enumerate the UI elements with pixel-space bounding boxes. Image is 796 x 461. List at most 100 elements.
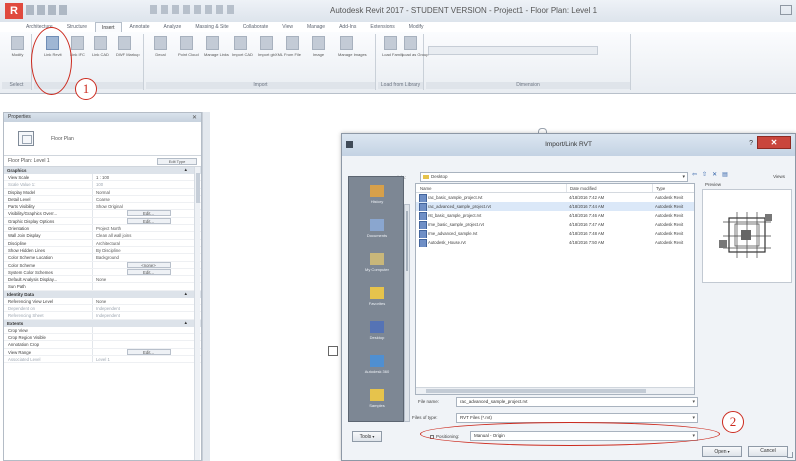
import-cad-button[interactable]: Import CAD: [232, 36, 253, 57]
modify-button[interactable]: Modify: [9, 36, 26, 57]
thin-lines-icon[interactable]: [216, 5, 223, 14]
look-in-dropdown[interactable]: Desktop: [420, 172, 688, 182]
file-row[interactable]: Autodesk_House.rvt 4/18/2016 7:50 AM Autod…: [416, 238, 694, 247]
property-value[interactable]: [92, 333, 201, 341]
new-folder-icon[interactable]: ▤: [722, 171, 728, 178]
column-type[interactable]: Type: [652, 184, 694, 192]
property-edit-button[interactable]: Edit...: [92, 210, 201, 217]
open-button[interactable]: Open: [702, 446, 742, 457]
property-value[interactable]: [92, 283, 201, 290]
tools-button[interactable]: Tools: [352, 431, 382, 442]
open-icon[interactable]: [26, 5, 34, 15]
property-value[interactable]: Level 1: [92, 355, 201, 363]
decal-button[interactable]: Decal: [152, 36, 169, 57]
property-value[interactable]: Show Original: [92, 203, 201, 210]
tab-extensions[interactable]: Extensions: [364, 22, 400, 32]
section-graphics[interactable]: Graphics: [4, 167, 201, 174]
place-desktop[interactable]: Desktop: [349, 321, 405, 340]
property-value[interactable]: None: [92, 276, 201, 283]
place-autodesk-360[interactable]: Autodesk 360: [349, 355, 405, 374]
property-value[interactable]: 100: [92, 181, 201, 188]
properties-scrollbar[interactable]: [194, 167, 200, 460]
property-value[interactable]: [92, 326, 201, 333]
load-family-button[interactable]: Load Family: [382, 36, 404, 57]
file-row[interactable]: rme_advanced_sample.rvt 4/18/2016 7:48 AM…: [416, 229, 694, 238]
window-controls[interactable]: [780, 5, 792, 15]
property-value[interactable]: Independent: [92, 305, 201, 312]
property-value[interactable]: Architectural: [92, 239, 201, 246]
text-icon[interactable]: [183, 5, 190, 14]
tag-icon[interactable]: [172, 5, 179, 14]
property-value[interactable]: [92, 341, 201, 348]
measure-icon[interactable]: [150, 5, 157, 14]
place-my-computer[interactable]: My Computer: [349, 253, 405, 272]
file-row[interactable]: rac_advanced_sample_project.rvt 4/18/2016…: [416, 202, 694, 211]
section-identity-data[interactable]: Identity Data: [4, 290, 201, 298]
column-date-modified[interactable]: Date modified: [566, 184, 652, 192]
point-cloud-button[interactable]: Point Cloud: [178, 36, 199, 57]
delete-icon[interactable]: ✕: [712, 171, 717, 178]
dimension-icon[interactable]: [161, 5, 168, 14]
tab-view[interactable]: View: [276, 22, 299, 32]
instance-selector[interactable]: Floor Plan: Level 1 Edit Type: [4, 156, 201, 167]
property-value[interactable]: Coarse: [92, 195, 201, 203]
tab-modify[interactable]: Modify: [403, 22, 430, 32]
back-icon[interactable]: ⇦: [692, 171, 697, 178]
section-icon[interactable]: [205, 5, 212, 14]
file-name-field[interactable]: rac_advanced_sample_project.rvt: [456, 397, 698, 407]
edit-type-button[interactable]: Edit Type: [157, 158, 197, 165]
section-extents[interactable]: Extents: [4, 319, 201, 327]
tab-manage[interactable]: Manage: [301, 22, 331, 32]
property-edit-button[interactable]: Edit...: [92, 268, 201, 276]
views-menu[interactable]: Views: [773, 174, 785, 179]
from-file-button[interactable]: From File: [284, 36, 301, 57]
manage-links-button[interactable]: Manage Links: [204, 36, 229, 57]
property-value[interactable]: Background: [92, 254, 201, 261]
property-edit-button[interactable]: <none>: [92, 261, 201, 268]
canvas-element[interactable]: [328, 346, 338, 356]
manage-images-button[interactable]: Manage Images: [338, 36, 367, 57]
property-value[interactable]: Normal: [92, 188, 201, 195]
property-value[interactable]: By Discipline: [92, 246, 201, 254]
palette-splitter[interactable]: [202, 112, 210, 461]
file-row[interactable]: rme_basic_sample_project.rvt 4/18/2016 7:…: [416, 220, 694, 229]
places-scrollbar[interactable]: [404, 204, 410, 422]
tab-insert[interactable]: Insert: [94, 22, 122, 32]
place-samples[interactable]: Samples: [349, 389, 405, 408]
property-value[interactable]: 1 : 100: [92, 174, 201, 181]
up-folder-icon[interactable]: ⇧: [702, 171, 707, 178]
help-icon[interactable]: ?: [749, 140, 753, 147]
column-name[interactable]: Name: [416, 184, 566, 192]
resize-grip[interactable]: [787, 452, 793, 458]
file-list-scrollbar[interactable]: [416, 387, 694, 394]
property-value[interactable]: None: [92, 297, 201, 305]
redo-icon[interactable]: [59, 5, 67, 15]
file-row[interactable]: rac_basic_sample_project.rvt 4/18/2016 7:…: [416, 193, 694, 202]
property-value[interactable]: Independent: [92, 312, 201, 319]
cancel-button[interactable]: Cancel: [748, 446, 788, 457]
property-value[interactable]: Project North: [92, 225, 201, 232]
load-as-group-button[interactable]: Load as Group: [402, 36, 428, 57]
dwf-markup-button[interactable]: DWF Markup: [116, 36, 140, 57]
close-hidden-icon[interactable]: [227, 5, 234, 14]
property-edit-button[interactable]: Edit...: [92, 348, 201, 355]
file-row[interactable]: rst_basic_sample_project.rvt 4/18/2016 7:…: [416, 211, 694, 220]
undo-icon[interactable]: [48, 5, 56, 15]
place-history[interactable]: History: [349, 185, 405, 204]
3d-view-icon[interactable]: [194, 5, 201, 14]
tab-analyze[interactable]: Analyze: [158, 22, 188, 32]
tab-annotate[interactable]: Annotate: [124, 22, 156, 32]
type-selector[interactable]: Floor Plan: [4, 122, 201, 156]
tab-add-ins[interactable]: Add-Ins: [333, 22, 362, 32]
link-cad-button[interactable]: Link CAD: [92, 36, 109, 57]
tab-collaborate[interactable]: Collaborate: [237, 22, 275, 32]
place-documents[interactable]: Documents: [349, 219, 405, 238]
import-gbxml-button[interactable]: Import gbXML: [258, 36, 283, 57]
image-button[interactable]: Image: [310, 36, 327, 57]
close-button[interactable]: ✕: [757, 136, 791, 149]
property-value[interactable]: Clean all wall joins: [92, 232, 201, 239]
save-icon[interactable]: [37, 5, 45, 15]
place-favorites[interactable]: Favorites: [349, 287, 405, 306]
property-edit-button[interactable]: Edit...: [92, 217, 201, 225]
tab-structure[interactable]: Structure: [61, 22, 93, 32]
